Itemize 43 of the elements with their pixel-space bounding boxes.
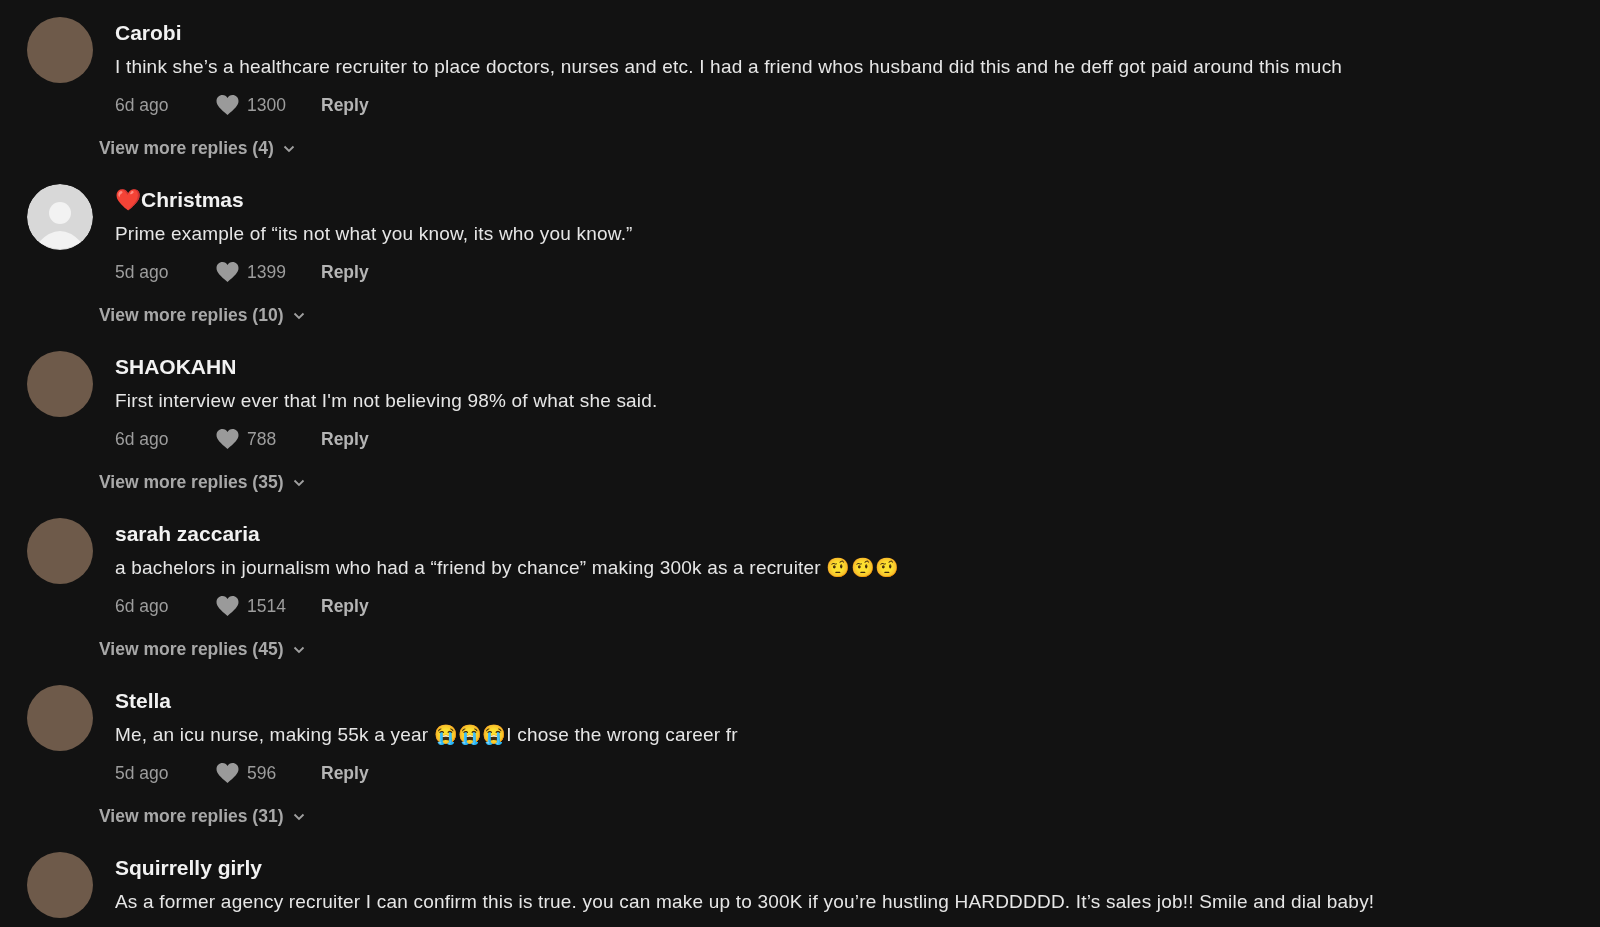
comment-text: Me, an icu nurse, making 55k a year 😭😭😭I chose the wrong career fr: [115, 723, 739, 747]
reply-button[interactable]: Reply: [321, 94, 369, 116]
chevron-down-icon: [292, 311, 305, 320]
username[interactable]: Carobi: [115, 20, 1600, 46]
heart-icon[interactable]: [215, 428, 240, 450]
username[interactable]: Squirrelly girly: [115, 855, 1600, 881]
comment-text: As a former agency recruiter I can confirm this is true. you can make up to 300K if you’re hustling HARDDDDD. It’s sales job!! Smile and dial baby!: [115, 890, 1376, 914]
comment-time: 6d ago: [115, 595, 170, 617]
comment-text: a bachelors in journalism who had a “friend by chance” making 300k as a recruiter 🤨🤨🤨: [115, 556, 900, 580]
view-more-replies-button[interactable]: View more replies (45): [99, 639, 305, 660]
comment-text: I think she’s a healthcare recruiter to place doctors, nurses and etc. I had a friend whos husband did this and he deff got paid around this much: [115, 55, 1344, 79]
view-more-replies-button[interactable]: View more replies (10): [99, 305, 305, 326]
reply-button[interactable]: Reply: [321, 428, 369, 450]
username[interactable]: sarah zaccaria: [115, 521, 1600, 547]
view-more-replies-button[interactable]: View more replies (31): [99, 806, 305, 827]
comment-time: 5d ago: [115, 762, 170, 784]
chevron-down-icon: [292, 478, 305, 487]
like-count: 1300: [247, 94, 286, 116]
chevron-down-icon: [292, 645, 305, 654]
reply-button[interactable]: Reply: [321, 762, 369, 784]
reply-button[interactable]: Reply: [321, 261, 369, 283]
chevron-down-icon: [282, 144, 295, 153]
reply-button[interactable]: Reply: [321, 595, 369, 617]
comment-time: 6d ago: [115, 428, 170, 450]
comment-time: 6d ago: [115, 94, 170, 116]
username[interactable]: Stella: [115, 688, 1600, 714]
chevron-down-icon: [292, 812, 305, 821]
heart-icon[interactable]: [215, 762, 240, 784]
comment-text: Prime example of “its not what you know, its who you know.”: [115, 222, 634, 246]
like-count: 788: [247, 428, 277, 450]
like-count: 1514: [247, 595, 286, 617]
username[interactable]: SHAOKAHN: [115, 354, 1600, 380]
like-count: 1399: [247, 261, 286, 283]
comment-time: 5d ago: [115, 261, 170, 283]
view-more-replies-button[interactable]: View more replies (4): [99, 138, 295, 159]
view-more-replies-button[interactable]: View more replies (35): [99, 472, 305, 493]
heart-icon[interactable]: [215, 261, 240, 283]
heart-icon[interactable]: [215, 595, 240, 617]
heart-icon[interactable]: [215, 94, 240, 116]
comment-text: First interview ever that I'm not believing 98% of what she said.: [115, 389, 659, 413]
default-avatar-icon[interactable]: [27, 184, 93, 250]
like-count: 596: [247, 762, 277, 784]
username[interactable]: ❤Christmas: [115, 187, 1600, 213]
